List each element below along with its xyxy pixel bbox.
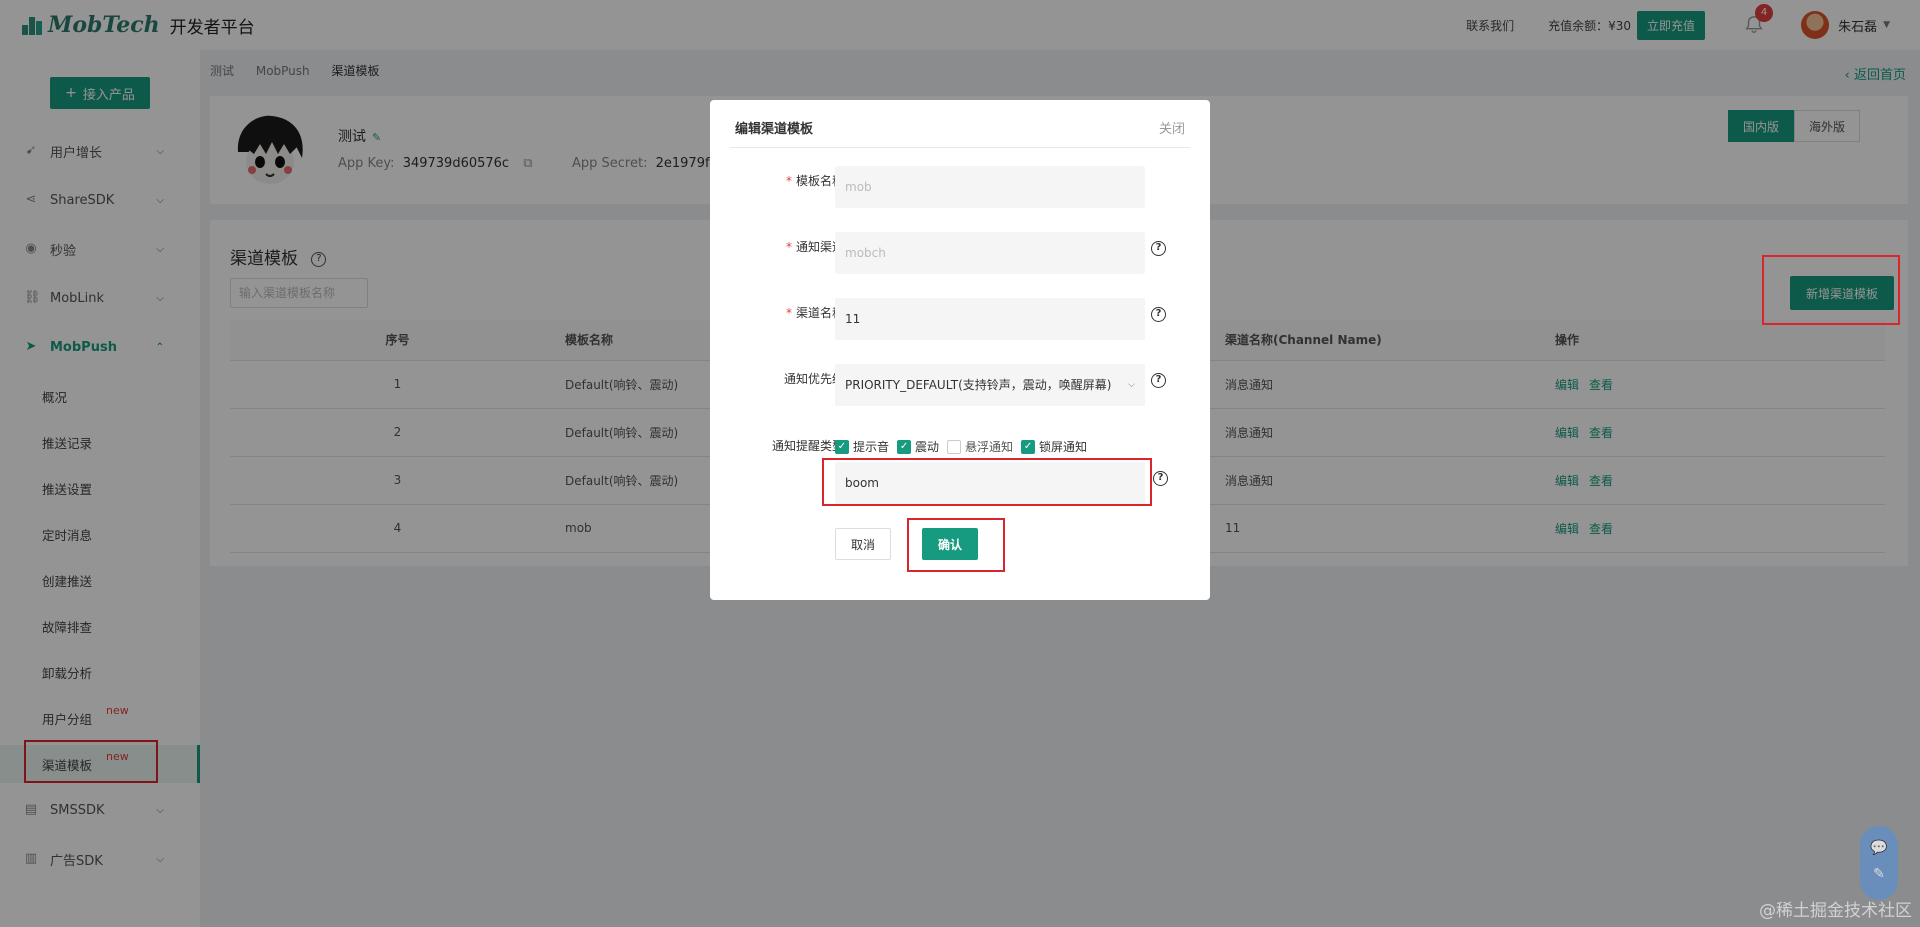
- required-mark: *: [785, 306, 792, 320]
- help-icon[interactable]: ?: [1151, 241, 1166, 256]
- template-name-input[interactable]: mob: [835, 166, 1145, 208]
- help-icon[interactable]: ?: [1151, 307, 1166, 322]
- checkbox-floating[interactable]: 悬浮通知: [947, 438, 1013, 455]
- checkbox-checked-icon: ✓: [897, 439, 912, 454]
- floating-support-widget[interactable]: 💬 ✎: [1860, 826, 1898, 900]
- checkbox-lockscreen[interactable]: ✓ 锁屏通知: [1021, 438, 1087, 455]
- checkbox-label: 锁屏通知: [1039, 440, 1088, 454]
- checkbox-label: 震动: [915, 440, 940, 454]
- checkbox-checked-icon: ✓: [1021, 439, 1036, 454]
- divider: [730, 147, 1190, 148]
- dialog-close-button[interactable]: 关闭: [1159, 118, 1185, 137]
- checkbox-sound[interactable]: ✓ 提示音: [835, 438, 889, 455]
- chevron-down-icon: ⌵: [1128, 380, 1135, 390]
- channel-name-input[interactable]: 11: [835, 298, 1145, 340]
- required-mark: *: [785, 240, 792, 254]
- notify-channel-input[interactable]: mobch: [835, 232, 1145, 274]
- edit-template-dialog: 编辑渠道模板 关闭 * 模板名称: mob * 通知渠道: mobch ? * 渠道名…: [710, 100, 1210, 600]
- required-mark: *: [785, 174, 792, 188]
- cancel-button[interactable]: 取消: [835, 528, 891, 560]
- chat-icon[interactable]: 💬: [1860, 840, 1898, 856]
- highlight-box: [822, 458, 1152, 506]
- checkbox-checked-icon: ✓: [835, 439, 849, 454]
- help-icon[interactable]: ?: [1153, 471, 1168, 486]
- highlight-box: [1762, 255, 1900, 325]
- highlight-box: [907, 518, 1005, 572]
- checkbox-label: 悬浮通知: [965, 440, 1014, 454]
- help-icon[interactable]: ?: [1151, 373, 1166, 388]
- alert-type-checkboxes: ✓ 提示音 ✓ 震动 悬浮通知 ✓ 锁屏通知: [835, 438, 1095, 455]
- watermark: @稀土掘金技术社区: [1759, 901, 1912, 921]
- priority-selected-value: PRIORITY_DEFAULT(支持铃声，震动，唤醒屏幕): [845, 378, 1112, 392]
- dialog-title: 编辑渠道模板: [735, 122, 814, 137]
- checkbox-unchecked-icon: [947, 439, 962, 454]
- checkbox-label: 提示音: [853, 440, 890, 454]
- feedback-icon[interactable]: ✎: [1860, 866, 1898, 882]
- checkbox-vibrate[interactable]: ✓ 震动: [897, 438, 939, 455]
- priority-select[interactable]: PRIORITY_DEFAULT(支持铃声，震动，唤醒屏幕) ⌵: [835, 364, 1145, 406]
